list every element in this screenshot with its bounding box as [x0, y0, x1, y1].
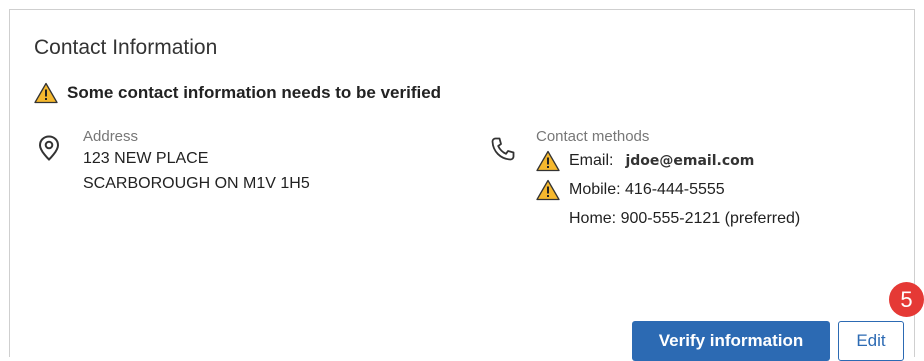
- card-title: Contact Information: [34, 36, 218, 59]
- email-warning-icon: [536, 150, 560, 171]
- mobile-text: Mobile: 416-444-5555: [569, 180, 725, 198]
- address-label: Address: [83, 128, 139, 145]
- location-pin-icon: [38, 135, 60, 161]
- contact-methods-label: Contact methods: [536, 128, 650, 145]
- email-value: jdoe@email.com: [625, 152, 755, 169]
- edit-button[interactable]: Edit: [838, 321, 904, 361]
- home-text: Home: 900-555-2121 (preferred): [569, 209, 801, 227]
- step-number-badge: 5: [889, 282, 924, 317]
- address-line-1: 123 NEW PLACE: [83, 150, 209, 167]
- mobile-warning-icon: [536, 179, 560, 200]
- contact-information-card: Contact Information Some contact informa…: [9, 9, 915, 357]
- email-label: Email:: [569, 151, 614, 169]
- warning-text: Some contact information needs to be ver…: [67, 83, 442, 102]
- verify-information-button[interactable]: Verify information: [632, 321, 830, 361]
- mobile-row: Mobile: 416-444-5555: [536, 175, 916, 204]
- verification-warning: Some contact information needs to be ver…: [34, 82, 441, 104]
- email-row: Email: jdoe@email.com: [536, 146, 916, 175]
- address-line-2: SCARBOROUGH ON M1V 1H5: [83, 175, 310, 192]
- home-row: Home: 900-555-2121 (preferred): [536, 204, 916, 233]
- warning-icon: [34, 82, 58, 104]
- phone-icon: [491, 137, 515, 161]
